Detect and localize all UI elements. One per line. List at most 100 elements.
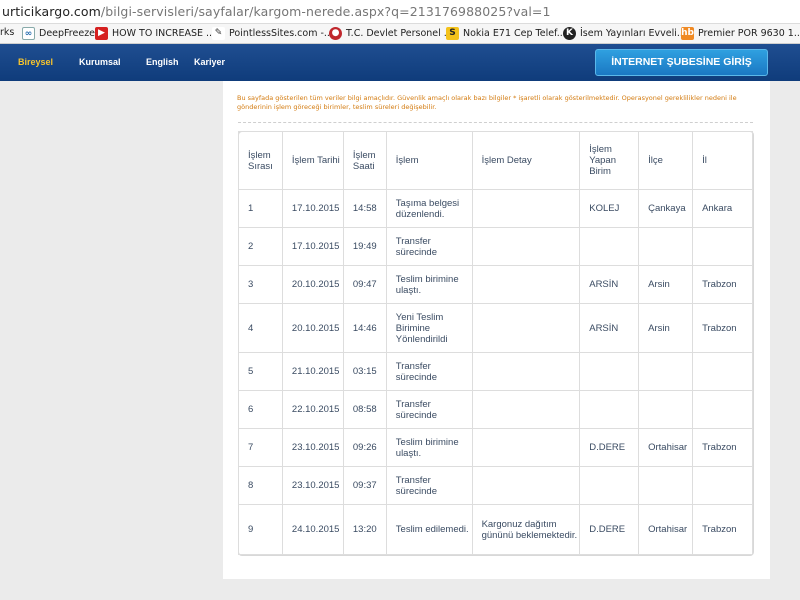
content-panel: Bu sayfada gösterilen tüm veriler bilgi …	[223, 81, 770, 579]
cell-operation-detail: Kargonuz dağıtım gününü beklemektedir.	[471, 504, 581, 555]
cell-city: Trabzon	[692, 428, 753, 467]
cell-sequence: 1	[238, 189, 283, 228]
cell-district	[638, 352, 694, 391]
cell-operation-detail	[471, 189, 581, 228]
cell-district	[638, 466, 694, 505]
nav-kurumsal[interactable]: Kurumsal	[79, 57, 121, 67]
cell-city	[692, 466, 753, 505]
cell-operation-detail	[471, 303, 581, 353]
circle-icon: ●	[329, 27, 342, 40]
nav-kariyer[interactable]: Kariyer	[194, 57, 225, 67]
pen-icon: ✎	[212, 27, 225, 40]
header-time: İşlem Saati	[342, 131, 387, 190]
header-sequence: İşlem Sırası	[238, 131, 283, 190]
cell-date: 17.10.2015	[281, 189, 344, 228]
cell-operation: Transfer sürecinde	[385, 466, 473, 505]
cell-date: 24.10.2015	[281, 504, 344, 555]
cell-operation-detail	[471, 265, 581, 304]
header-operation-detail: İşlem Detay	[471, 131, 581, 190]
bookmark-item[interactable]: ∞ DeepFreeze	[22, 27, 95, 40]
header-district: İlçe	[638, 131, 694, 190]
cell-city: Ankara	[692, 189, 753, 228]
shipment-tracking-table: İşlem Sırası İşlem Tarihi İşlem Saati İş…	[238, 131, 753, 555]
cell-time: 08:58	[342, 390, 387, 429]
cell-unit	[579, 466, 640, 505]
cell-unit	[579, 390, 640, 429]
cell-unit: KOLEJ	[579, 189, 640, 228]
site-nav: Bireysel Kurumsal English Kariyer İNTERN…	[0, 44, 800, 81]
bookmark-item[interactable]: ✎ PointlessSites.com -...	[212, 27, 333, 40]
cell-district: Ortahisar	[638, 504, 694, 555]
cell-date: 17.10.2015	[281, 227, 344, 266]
info-notice: Bu sayfada gösterilen tüm veriler bilgi …	[237, 94, 737, 111]
header-city: İl	[692, 131, 753, 190]
cell-city	[692, 352, 753, 391]
table-row: 3 20.10.2015 09:47 Teslim birimine ulaştı. A…	[238, 265, 753, 304]
cell-sequence: 5	[238, 352, 283, 391]
cell-unit: ARSİN	[579, 303, 640, 353]
table-row: 2 17.10.2015 19:49 Transfer sürecinde	[238, 227, 753, 266]
s-icon: S	[446, 27, 459, 40]
cell-sequence: 3	[238, 265, 283, 304]
bookmark-item[interactable]: K İsem Yayınları Evveli...	[563, 27, 686, 40]
table-row: 5 21.10.2015 03:15 Transfer sürecinde	[238, 352, 753, 391]
cell-sequence: 4	[238, 303, 283, 353]
header-operation: İşlem	[385, 131, 473, 190]
table-row: 9 24.10.2015 13:20 Teslim edilemedi. Kargonu…	[238, 504, 753, 555]
cell-sequence: 2	[238, 227, 283, 266]
bookmark-item[interactable]: ▶ HOW TO INCREASE ...	[95, 27, 215, 40]
cell-district: Çankaya	[638, 189, 694, 228]
bookmark-item[interactable]: hb Premier POR 9630 1...	[681, 27, 800, 40]
header-date: İşlem Tarihi	[281, 131, 344, 190]
bookmark-item[interactable]: rks	[0, 27, 14, 38]
cell-date: 21.10.2015	[281, 352, 344, 391]
cell-date: 22.10.2015	[281, 390, 344, 429]
cell-unit: ARSİN	[579, 265, 640, 304]
cell-time: 09:47	[342, 265, 387, 304]
cell-operation-detail	[471, 390, 581, 429]
nav-english[interactable]: English	[146, 57, 179, 67]
table-row: 4 20.10.2015 14:46 Yeni Teslim Birimine Yön…	[238, 303, 753, 353]
cell-district	[638, 390, 694, 429]
cell-date: 23.10.2015	[281, 466, 344, 505]
cell-time: 09:26	[342, 428, 387, 467]
table-row: 6 22.10.2015 08:58 Transfer sürecinde	[238, 390, 753, 429]
cell-time: 13:20	[342, 504, 387, 555]
k-icon: K	[563, 27, 576, 40]
cell-district: Arsin	[638, 303, 694, 353]
internet-branch-login-button[interactable]: İNTERNET ŞUBESİNE GİRİŞ	[595, 49, 768, 76]
bookmark-item[interactable]: ● T.C. Devlet Personel ...	[329, 27, 453, 40]
table-header-row: İşlem Sırası İşlem Tarihi İşlem Saati İş…	[238, 131, 753, 190]
header-unit: İşlem Yapan Birim	[579, 131, 640, 190]
cell-district: Arsin	[638, 265, 694, 304]
cell-sequence: 9	[238, 504, 283, 555]
cell-sequence: 7	[238, 428, 283, 467]
bookmark-item[interactable]: S Nokia E71 Cep Telef...	[446, 27, 566, 40]
url-text[interactable]: urticikargo.com/bilgi-servisleri/sayfala…	[2, 4, 551, 19]
address-bar[interactable]: urticikargo.com/bilgi-servisleri/sayfala…	[0, 0, 800, 24]
cell-date: 23.10.2015	[281, 428, 344, 467]
cell-time: 14:58	[342, 189, 387, 228]
cell-operation: Teslim edilemedi.	[385, 504, 473, 555]
cell-unit	[579, 227, 640, 266]
cell-operation: Teslim birimine ulaştı.	[385, 428, 473, 467]
cell-operation: Transfer sürecinde	[385, 227, 473, 266]
nav-bireysel[interactable]: Bireysel	[18, 57, 53, 67]
cell-district	[638, 227, 694, 266]
cell-city: Trabzon	[692, 504, 753, 555]
cell-city: Trabzon	[692, 303, 753, 353]
cell-city	[692, 390, 753, 429]
cell-city: Trabzon	[692, 265, 753, 304]
table-row: 8 23.10.2015 09:37 Transfer sürecinde	[238, 466, 753, 505]
hb-icon: hb	[681, 27, 694, 40]
bookmarks-bar: rks ∞ DeepFreeze ▶ HOW TO INCREASE ... ✎ Po…	[0, 24, 800, 44]
cell-city	[692, 227, 753, 266]
cell-date: 20.10.2015	[281, 265, 344, 304]
cell-time: 03:15	[342, 352, 387, 391]
table-row: 1 17.10.2015 14:58 Taşıma belgesi düzenlend…	[238, 189, 753, 228]
cell-district: Ortahisar	[638, 428, 694, 467]
cell-operation-detail	[471, 227, 581, 266]
cell-operation-detail	[471, 352, 581, 391]
cell-unit: D.DERE	[579, 428, 640, 467]
cell-unit	[579, 352, 640, 391]
